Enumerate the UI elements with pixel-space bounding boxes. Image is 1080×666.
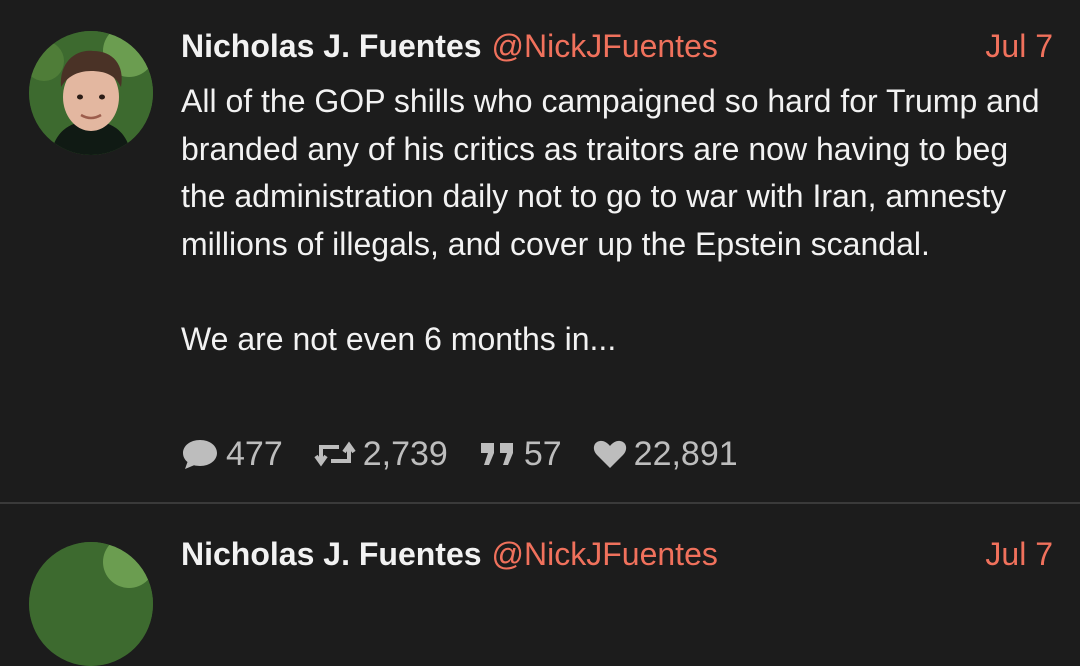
- quote-icon: [480, 443, 513, 465]
- tweet-header: Nicholas J. Fuentes @NickJFuentes Jul 7: [181, 26, 1053, 70]
- reply-button[interactable]: 477: [180, 435, 283, 474]
- tweet-date[interactable]: Jul 7: [985, 534, 1053, 574]
- retweet-icon: [314, 441, 356, 467]
- tweet-date[interactable]: Jul 7: [985, 26, 1053, 66]
- tweet-header: Nicholas J. Fuentes @NickJFuentes Jul 7: [181, 534, 1053, 578]
- quote-button[interactable]: 57: [478, 435, 562, 474]
- avatar-image: [29, 31, 153, 155]
- display-name[interactable]: Nicholas J. Fuentes: [181, 536, 482, 572]
- comment-icon: [183, 440, 217, 469]
- display-name[interactable]: Nicholas J. Fuentes: [181, 28, 482, 64]
- quote-count: 57: [523, 434, 562, 473]
- user-handle[interactable]: @NickJFuentes: [492, 536, 718, 572]
- heart-icon: [593, 440, 626, 468]
- retweet-count: 2,739: [362, 434, 448, 473]
- tweet-paragraph: We are not even 6 months in...: [181, 320, 617, 357]
- tweet-paragraph: All of the GOP shills who campaigned so …: [181, 83, 1040, 262]
- like-count: 22,891: [633, 434, 738, 473]
- avatar[interactable]: [29, 542, 153, 666]
- tweet[interactable]: Nicholas J. Fuentes @NickJFuentes Jul 7 A…: [0, 0, 1080, 502]
- avatar[interactable]: [29, 31, 153, 155]
- tweet[interactable]: Nicholas J. Fuentes @NickJFuentes Jul 7: [0, 504, 1080, 666]
- retweet-button[interactable]: 2,739: [313, 435, 448, 474]
- tweet-actions: 477 2,739 57 22,891: [180, 432, 768, 476]
- like-button[interactable]: 22,891: [592, 435, 738, 474]
- tweet-body: All of the GOP shills who campaigned so …: [181, 78, 1061, 363]
- avatar-image: [29, 542, 153, 666]
- user-handle[interactable]: @NickJFuentes: [492, 28, 718, 64]
- reply-count: 477: [226, 434, 283, 473]
